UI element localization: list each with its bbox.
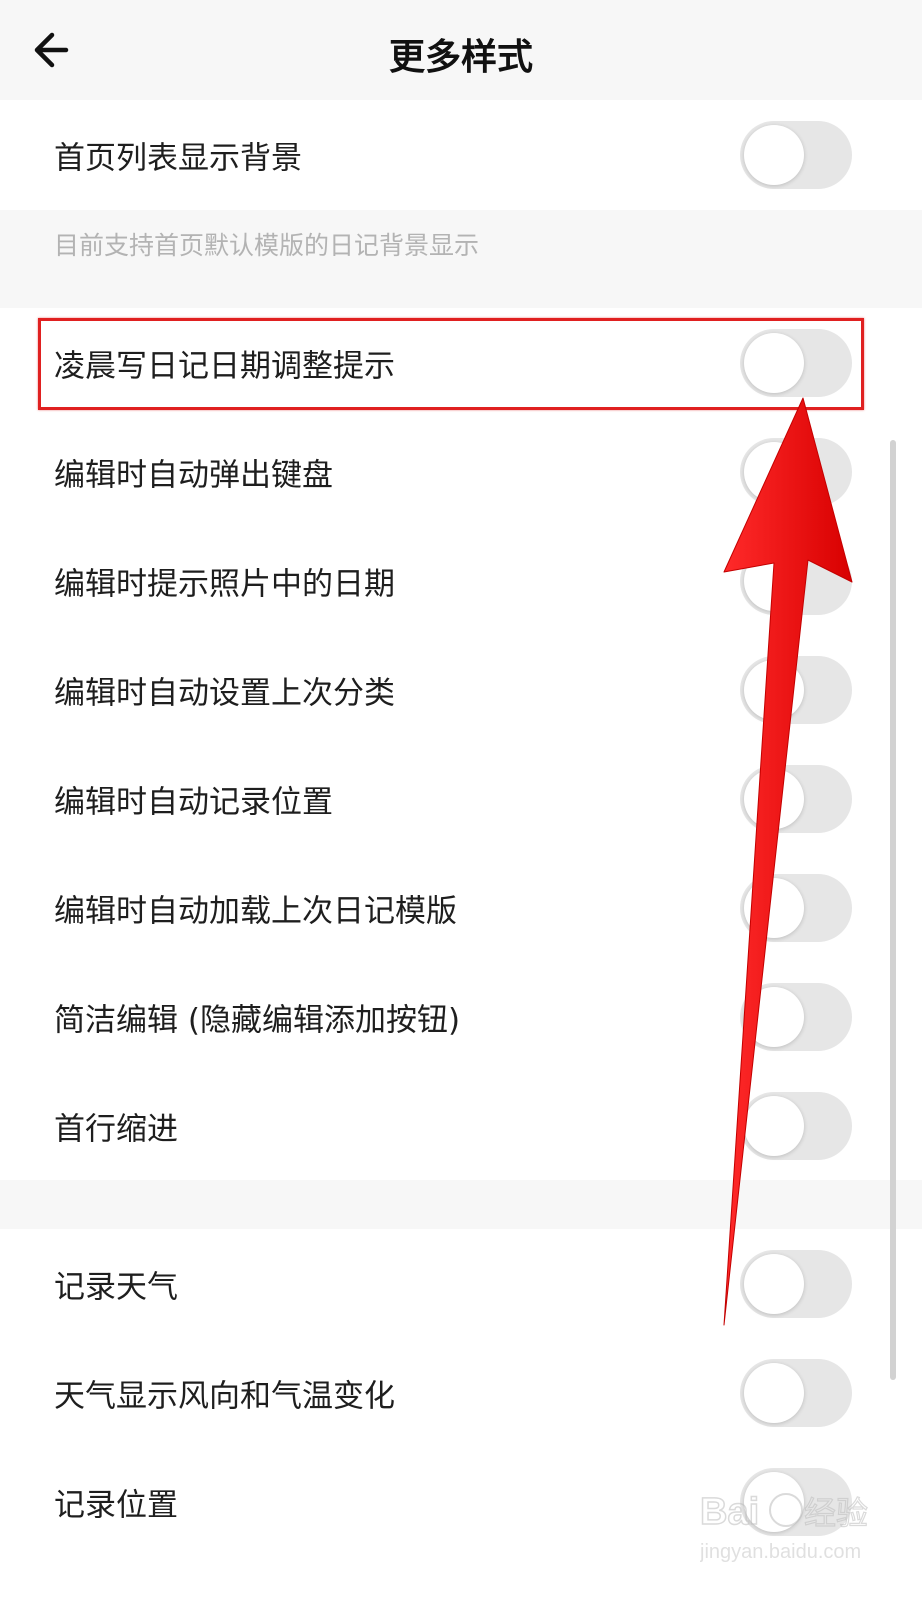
toggle-switch[interactable] [740, 655, 852, 724]
setting-label: 记录天气 [54, 1269, 178, 1305]
setting-label: 天气显示风向和气温变化 [54, 1378, 395, 1414]
page-title: 更多样式 [388, 37, 533, 78]
setting-row-home-list-background[interactable]: 首页列表显示背景 [0, 100, 922, 209]
toggle-switch[interactable] [740, 1091, 852, 1160]
toggle-knob [744, 768, 804, 829]
setting-row-late-night-date-prompt[interactable]: 凌晨写日记日期调整提示 [0, 308, 922, 417]
top-bar: 更多样式 [0, 0, 922, 100]
setting-label: 编辑时自动加载上次日记模版 [54, 893, 457, 929]
setting-label: 编辑时自动弹出键盘 [54, 457, 333, 493]
setting-label: 编辑时自动记录位置 [54, 784, 333, 820]
toggle-switch[interactable] [740, 1358, 852, 1427]
setting-label: 编辑时自动设置上次分类 [54, 675, 395, 711]
toggle-switch[interactable] [740, 328, 852, 397]
setting-row-simple-edit[interactable]: 简洁编辑 (隐藏编辑添加按钮) [0, 962, 922, 1071]
setting-row-last-category[interactable]: 编辑时自动设置上次分类 [0, 635, 922, 744]
setting-label: 首页列表显示背景 [54, 140, 302, 176]
toggle-switch[interactable] [740, 120, 852, 189]
setting-row-auto-location[interactable]: 编辑时自动记录位置 [0, 744, 922, 853]
toggle-switch[interactable] [740, 546, 852, 615]
setting-row-record-weather[interactable]: 记录天气 [0, 1229, 922, 1338]
toggle-knob [744, 332, 804, 393]
setting-label: 首行缩进 [54, 1111, 178, 1147]
settings-group-editing: 凌晨写日记日期调整提示 编辑时自动弹出键盘 编辑时提示照片中的日期 编辑时自动设… [0, 308, 922, 1180]
toggle-knob [744, 1095, 804, 1156]
toggle-knob [744, 986, 804, 1047]
toggle-switch[interactable] [740, 764, 852, 833]
toggle-knob [744, 877, 804, 938]
setting-row-weather-wind-temp[interactable]: 天气显示风向和气温变化 [0, 1338, 922, 1447]
toggle-switch[interactable] [740, 982, 852, 1051]
setting-row-auto-keyboard[interactable]: 编辑时自动弹出键盘 [0, 417, 922, 526]
setting-label: 编辑时提示照片中的日期 [54, 566, 395, 602]
setting-label: 记录位置 [54, 1487, 178, 1523]
toggle-knob [744, 441, 804, 502]
hint-text: 目前支持首页默认模版的日记背景显示 [54, 231, 480, 260]
settings-group-weather-location: 记录天气 天气显示风向和气温变化 记录位置 [0, 1229, 922, 1600]
setting-label: 凌晨写日记日期调整提示 [54, 348, 395, 384]
toggle-switch[interactable] [740, 1467, 852, 1536]
setting-row-record-location[interactable]: 记录位置 [0, 1447, 922, 1556]
toggle-knob [744, 124, 804, 185]
toggle-knob [744, 550, 804, 611]
toggle-knob [744, 659, 804, 720]
scrollbar[interactable] [890, 440, 896, 1380]
setting-row-photo-date[interactable]: 编辑时提示照片中的日期 [0, 526, 922, 635]
toggle-knob [744, 1253, 804, 1314]
toggle-knob [744, 1471, 804, 1532]
toggle-switch[interactable] [740, 437, 852, 506]
setting-row-last-template[interactable]: 编辑时自动加载上次日记模版 [0, 853, 922, 962]
setting-label: 简洁编辑 (隐藏编辑添加按钮) [54, 1002, 461, 1038]
settings-group-list-background: 首页列表显示背景 [0, 100, 922, 210]
setting-row-first-line-indent[interactable]: 首行缩进 [0, 1071, 922, 1180]
toggle-switch[interactable] [740, 1249, 852, 1318]
toggle-switch[interactable] [740, 873, 852, 942]
toggle-knob [744, 1362, 804, 1423]
